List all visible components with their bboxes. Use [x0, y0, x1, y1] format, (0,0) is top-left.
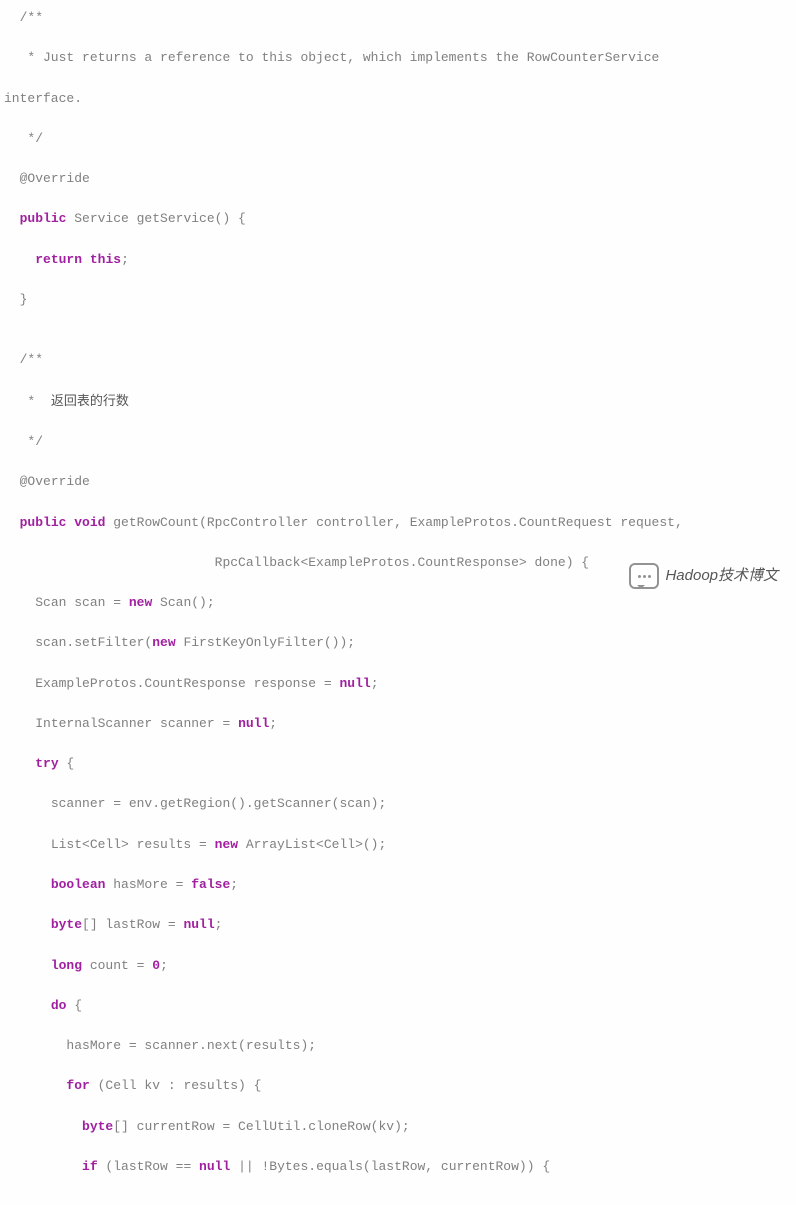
code-line: ExampleProtos.CountResponse response = n… — [4, 674, 792, 694]
code-line: List<Cell> results = new ArrayList<Cell>… — [4, 835, 792, 855]
code-line: @Override — [4, 472, 792, 492]
code-line: @Override — [4, 169, 792, 189]
code-line: /** — [4, 350, 792, 370]
code-line: do { — [4, 996, 792, 1016]
code-line: byte[] currentRow = CellUtil.cloneRow(kv… — [4, 1117, 792, 1137]
code-line: * Just returns a reference to this objec… — [4, 48, 792, 68]
code-line: InternalScanner scanner = null; — [4, 714, 792, 734]
code-line: Scan scan = new Scan(); — [4, 593, 792, 613]
code-line: boolean hasMore = false; — [4, 875, 792, 895]
code-line: /** — [4, 8, 792, 28]
code-line: byte[] lastRow = null; — [4, 915, 792, 935]
code-line: hasMore = scanner.next(results); — [4, 1036, 792, 1056]
code-line: */ — [4, 129, 792, 149]
code-line: */ — [4, 432, 792, 452]
code-line: RpcCallback<ExampleProtos.CountResponse>… — [4, 553, 792, 573]
code-line: try { — [4, 754, 792, 774]
code-line: scan.setFilter(new FirstKeyOnlyFilter())… — [4, 633, 792, 653]
code-line: public void getRowCount(RpcController co… — [4, 513, 792, 533]
code-line: } — [4, 290, 792, 310]
code-line: interface. — [4, 89, 792, 109]
code-line: * 返回表的行数 — [4, 391, 792, 412]
code-line: scanner = env.getRegion().getScanner(sca… — [4, 794, 792, 814]
code-line: public Service getService() { — [4, 209, 792, 229]
code-line: long count = 0; — [4, 956, 792, 976]
code-line: for (Cell kv : results) { — [4, 1076, 792, 1096]
code-line: if (lastRow == null || !Bytes.equals(las… — [4, 1157, 792, 1177]
code-line: return this; — [4, 250, 792, 270]
